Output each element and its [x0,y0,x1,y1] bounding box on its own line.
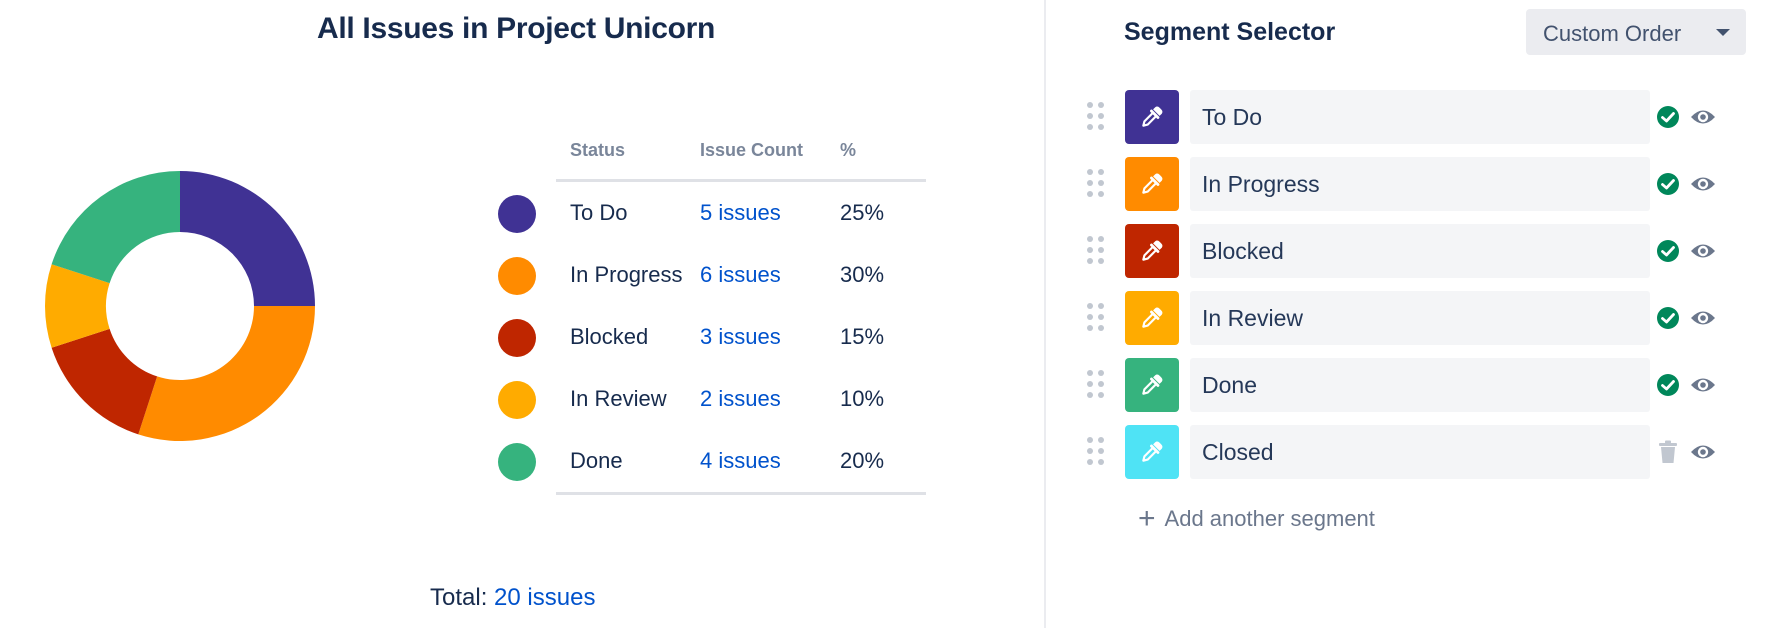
eyedropper-icon [1142,374,1163,395]
donut-chart [45,171,315,441]
segment-row [1046,157,1777,211]
check-circle-icon [1657,240,1679,262]
eyedropper-icon [1142,441,1163,462]
status-color-dot [498,381,536,419]
header-status: Status [570,140,626,160]
eye-icon[interactable] [1690,307,1716,329]
add-segment-label: Add another segment [1164,506,1375,531]
total-label: Total: [430,584,488,611]
order-dropdown-value: Custom Order [1543,21,1682,46]
status-color-dot [498,443,536,481]
drag-handle-icon[interactable] [1085,303,1107,333]
issue-count-link[interactable]: 6 issues [700,262,781,288]
segment-name-input[interactable] [1190,157,1650,211]
status-color-dot [498,257,536,295]
eye-icon[interactable] [1690,173,1716,195]
add-segment-button[interactable]: + Add another segment [1138,502,1375,535]
eyedropper-icon [1142,240,1163,261]
segment-selector-panel: Segment Selector Custom Order + Add anot… [1046,0,1777,628]
donut-slice-done[interactable] [51,171,181,284]
chart-title: All Issues in Project Unicorn [316,12,716,45]
issue-count-link[interactable]: 4 issues [700,448,781,474]
eye-icon[interactable] [1690,106,1716,128]
table-body: To Do 5 issues 25% In Progress 6 issues … [490,182,930,492]
check-circle-icon [1657,173,1679,195]
percent-value: 15% [840,324,885,349]
eye-icon[interactable] [1690,374,1716,396]
status-label: Done [570,448,623,473]
segment-name-input[interactable] [1190,291,1650,345]
chart-panel: All Issues in Project Unicorn Status Iss… [0,0,1044,628]
status-color-dot [498,195,536,233]
issue-count-link[interactable]: 5 issues [700,200,781,226]
status-label: Blocked [570,324,649,349]
status-label: To Do [570,200,628,225]
table-footer-rule [556,492,926,498]
segment-name-input[interactable] [1190,358,1650,412]
trash-icon[interactable] [1658,440,1678,464]
eyedropper-icon [1142,173,1163,194]
donut-slice-to-do[interactable] [180,171,315,306]
eyedropper-icon [1142,307,1163,328]
segment-row [1046,224,1777,278]
status-label: In Review [570,386,667,411]
segment-row [1046,358,1777,412]
check-circle-icon [1657,307,1679,329]
table-row: In Progress 6 issues 30% [490,244,930,306]
check-circle-icon [1657,374,1679,396]
color-picker-button[interactable] [1125,157,1179,211]
plus-icon: + [1138,502,1156,535]
segment-row [1046,425,1777,479]
eye-icon[interactable] [1690,240,1716,262]
status-color-dot [498,319,536,357]
segment-selector-title: Segment Selector [1124,18,1336,46]
donut-slice-in-progress[interactable] [138,306,315,441]
segment-name-input[interactable] [1190,90,1650,144]
drag-handle-icon[interactable] [1085,102,1107,132]
percent-value: 20% [840,448,885,473]
issue-count-link[interactable]: 3 issues [700,324,781,350]
total-issues-link[interactable]: 20 issues [494,584,595,611]
drag-handle-icon[interactable] [1085,169,1107,199]
color-picker-button[interactable] [1125,224,1179,278]
table-header: Status Issue Count % [556,130,926,182]
eye-icon[interactable] [1690,441,1716,463]
segment-row [1046,90,1777,144]
percent-value: 25% [840,200,885,225]
issue-count-link[interactable]: 2 issues [700,386,781,412]
color-picker-button[interactable] [1125,358,1179,412]
total-summary: Total: 20 issues [430,584,595,612]
color-picker-button[interactable] [1125,425,1179,479]
percent-value: 30% [840,262,885,287]
table-row: To Do 5 issues 25% [490,182,930,244]
percent-value: 10% [840,386,885,411]
check-circle-icon [1657,106,1679,128]
color-picker-button[interactable] [1125,291,1179,345]
segment-row [1046,291,1777,345]
color-picker-button[interactable] [1125,90,1179,144]
donut-slice-blocked[interactable] [51,328,158,435]
status-label: In Progress [570,262,683,287]
table-row: Blocked 3 issues 15% [490,306,930,368]
segment-name-input[interactable] [1190,425,1650,479]
drag-handle-icon[interactable] [1085,236,1107,266]
header-issue-count: Issue Count [700,140,804,160]
segment-name-input[interactable] [1190,224,1650,278]
status-table: Status Issue Count % To Do 5 issues 25% … [490,130,930,498]
drag-handle-icon[interactable] [1085,437,1107,467]
eyedropper-icon [1142,106,1163,127]
header-percent: % [840,140,857,160]
caret-down-icon [1716,29,1730,36]
table-row: In Review 2 issues 10% [490,368,930,430]
order-dropdown[interactable]: Custom Order [1526,9,1746,55]
drag-handle-icon[interactable] [1085,370,1107,400]
table-row: Done 4 issues 20% [490,430,930,492]
